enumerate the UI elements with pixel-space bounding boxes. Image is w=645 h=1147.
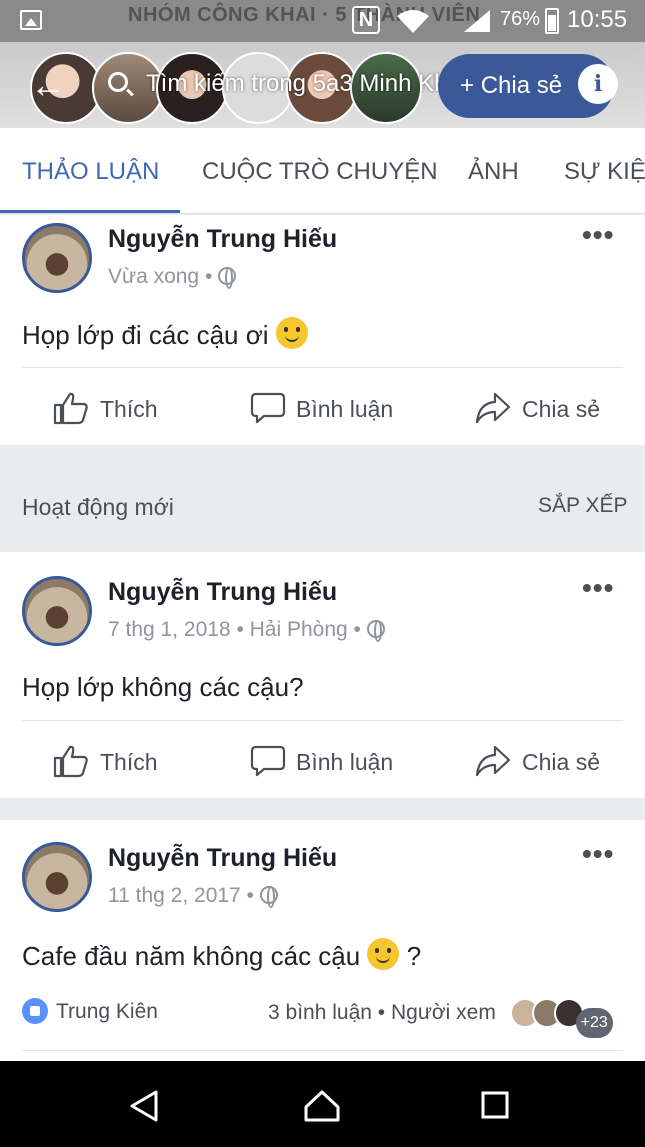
liked-by[interactable]: Trung Kiên <box>56 1000 158 1023</box>
gallery-notification-icon <box>20 10 42 30</box>
share-button[interactable]: Chia sẻ <box>474 744 600 778</box>
engagement-summary: 3 bình luận • Người xem +23 <box>268 998 613 1038</box>
search-icon[interactable] <box>108 72 128 92</box>
recent-apps-icon[interactable] <box>480 1089 510 1123</box>
post-text-suffix: ? <box>406 941 422 971</box>
active-tab-indicator <box>0 210 180 213</box>
tab-discussion[interactable]: THẢO LUẬN <box>22 158 159 186</box>
like-button[interactable]: Thích <box>52 744 158 778</box>
status-bar: NHÓM CÔNG KHAI · 5 THÀNH VIÊN N 76% 10:5… <box>0 0 645 42</box>
sort-button[interactable]: SẮP XẾP <box>538 494 628 518</box>
like-reaction-icon <box>22 998 48 1024</box>
comment-count[interactable]: 3 bình luận <box>268 1001 372 1024</box>
group-tabs: THẢO LUẬN CUỘC TRÒ CHUYỆN ẢNH SỰ KIỆN <box>0 128 645 214</box>
tab-events[interactable]: SỰ KIỆN <box>564 158 645 186</box>
viewer-avatars[interactable]: +23 <box>509 998 613 1038</box>
share-label: Chia sẻ <box>522 749 600 775</box>
more-viewers-count: +23 <box>575 1008 613 1038</box>
nfc-icon: N <box>352 6 380 34</box>
share-label: Chia sẻ <box>522 396 600 422</box>
clock: 10:55 <box>567 6 628 33</box>
divider <box>22 720 623 721</box>
comment-label: Bình luận <box>296 749 394 775</box>
post-meta: 11 thg 2, 2017 • <box>108 884 278 908</box>
post-text-body: Cafe đầu năm không các cậu <box>22 941 361 971</box>
post-card: Nguyễn Trung Hiếu 7 thg 1, 2018 • Hải Ph… <box>0 552 645 798</box>
android-nav-bar <box>0 1061 645 1147</box>
like-button[interactable]: Thích <box>52 391 158 425</box>
group-search-input[interactable]: Tìm kiếm trong 5a3 Minh Khai <box>146 70 466 98</box>
back-triangle-icon[interactable] <box>128 1089 160 1123</box>
seen-by-label[interactable]: • Người xem <box>378 1001 496 1024</box>
post-author[interactable]: Nguyễn Trung Hiếu <box>108 225 337 254</box>
reactions-bar[interactable]: Trung Kiên 3 bình luận • Người xem +23 <box>22 998 623 1038</box>
home-icon[interactable] <box>303 1089 341 1123</box>
battery-percent: 76% <box>500 8 541 30</box>
divider <box>22 367 623 368</box>
tab-chats[interactable]: CUỘC TRÒ CHUYỆN <box>202 158 438 186</box>
thumbs-up-icon <box>53 392 88 425</box>
post-text: Họp lớp không các cậu? <box>22 672 304 702</box>
post-text-body: Họp lớp đi các cậu ơi <box>22 320 269 350</box>
comment-bubble-icon <box>250 745 286 777</box>
post-timestamp: 11 thg 2, 2017 • <box>108 884 254 907</box>
author-avatar[interactable] <box>22 223 92 293</box>
public-globe-icon <box>218 267 237 289</box>
wifi-icon <box>397 10 429 33</box>
author-avatar[interactable] <box>22 576 92 646</box>
more-options-icon[interactable]: ••• <box>582 838 614 870</box>
back-arrow-icon[interactable]: ← <box>30 67 66 103</box>
share-arrow-icon <box>475 392 511 424</box>
divider <box>22 1050 623 1051</box>
thumbs-up-icon <box>53 745 88 778</box>
battery-icon <box>545 8 559 34</box>
share-button[interactable]: Chia sẻ <box>474 391 600 425</box>
share-group-label: Chia sẻ <box>480 72 563 99</box>
post-timestamp: Vừa xong • <box>108 265 213 288</box>
post-meta: Vừa xong • <box>108 265 237 289</box>
comment-button[interactable]: Bình luận <box>250 391 393 425</box>
more-options-icon[interactable]: ••• <box>582 219 614 251</box>
comment-label: Bình luận <box>296 396 394 422</box>
share-arrow-icon <box>475 745 511 777</box>
recent-activity-header: Hoạt động mới SẮP XẾP <box>0 466 645 552</box>
like-label: Thích <box>100 396 158 422</box>
post-text: Họp lớp đi các cậu ơi <box>22 317 308 351</box>
post-timestamp: 7 thg 1, 2018 • Hải Phòng • <box>108 618 361 641</box>
group-header: ← Tìm kiếm trong 5a3 Minh Khai + Chia sẻ… <box>0 42 645 128</box>
tab-photos[interactable]: ẢNH <box>468 158 519 186</box>
smile-emoji-icon <box>367 938 400 970</box>
post-meta: 7 thg 1, 2018 • Hải Phòng • <box>108 618 385 642</box>
info-icon[interactable]: i <box>578 64 618 104</box>
comment-bubble-icon <box>250 392 286 424</box>
post-author[interactable]: Nguyễn Trung Hiếu <box>108 844 337 873</box>
more-options-icon[interactable]: ••• <box>582 572 614 604</box>
post-author[interactable]: Nguyễn Trung Hiếu <box>108 578 337 607</box>
public-globe-icon <box>366 620 385 642</box>
recent-activity-title: Hoạt động mới <box>22 494 174 520</box>
like-label: Thích <box>100 749 158 775</box>
cell-signal-icon <box>464 10 490 32</box>
post-card: Nguyễn Trung Hiếu Vừa xong • ••• Họp lớp… <box>0 215 645 445</box>
comment-button[interactable]: Bình luận <box>250 744 393 778</box>
smile-emoji-icon <box>275 317 308 349</box>
public-globe-icon <box>259 886 278 908</box>
author-avatar[interactable] <box>22 842 92 912</box>
post-card: Nguyễn Trung Hiếu 11 thg 2, 2017 • ••• C… <box>0 820 645 1061</box>
post-text: Cafe đầu năm không các cậu ? <box>22 938 421 972</box>
